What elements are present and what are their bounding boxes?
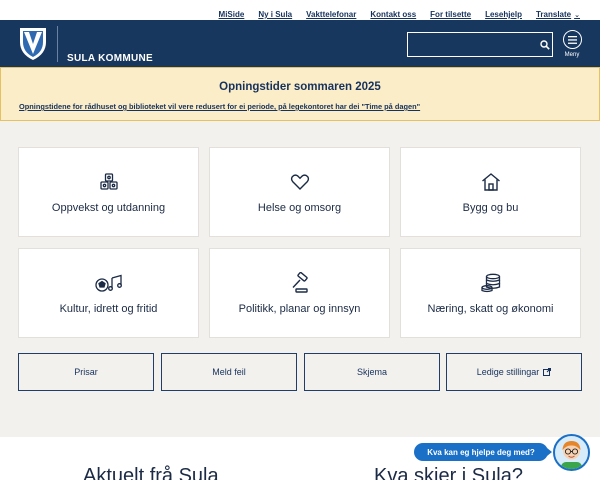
translate-label: Translate: [535, 10, 572, 19]
notice-banner: Opningstider sommaren 2025 Opningstidene…: [0, 67, 600, 121]
service-card-kultur[interactable]: Kultur, idrett og fritid: [18, 248, 199, 338]
button-label: Meld feil: [212, 367, 246, 377]
service-label: Politikk, planar og innsyn: [238, 302, 361, 315]
blocks-icon: [99, 172, 118, 190]
menu-icon: [562, 30, 582, 49]
events-heading: Kva skjer i Sula?: [374, 465, 523, 480]
heart-icon: [290, 173, 309, 190]
site-header: SULA KOMMUNE Meny: [0, 20, 600, 67]
button-label: Skjema: [356, 367, 387, 377]
search-input[interactable]: [408, 33, 537, 56]
top-link-vakttelefonar[interactable]: Vakttelefonar: [306, 10, 356, 19]
prisar-button[interactable]: Prisar: [18, 353, 154, 391]
button-label: Prisar: [74, 367, 98, 377]
house-icon: [481, 172, 500, 191]
service-label: Oppvekst og utdanning: [51, 201, 166, 214]
service-label: Bygg og bu: [462, 201, 519, 214]
external-link-icon: [543, 368, 552, 376]
notice-title: Opningstider sommaren 2025: [219, 81, 381, 93]
notice-link[interactable]: Opningstidene for rådhuset og biblioteke…: [19, 102, 420, 111]
service-card-helse[interactable]: Helse og omsorg: [209, 147, 390, 237]
button-label: Ledige stillingar: [476, 367, 540, 377]
service-label: Kultur, idrett og fritid: [59, 302, 158, 315]
service-label: Næring, skatt og økonomi: [427, 302, 554, 315]
top-link-lesehjelp[interactable]: Lesehjelp: [485, 10, 522, 19]
service-card-oppvekst[interactable]: Oppvekst og utdanning: [18, 147, 199, 237]
skjema-button[interactable]: Skjema: [304, 353, 440, 391]
top-link-ny-i-sula[interactable]: Ny i Sula: [258, 10, 292, 19]
menu-button[interactable]: Meny: [561, 30, 583, 58]
chatbot-avatar-icon: [561, 441, 582, 469]
search-icon[interactable]: [537, 39, 552, 50]
service-card-politikk[interactable]: Politikk, planar og innsyn: [209, 248, 390, 338]
ledige-stillingar-button[interactable]: Ledige stillingar: [446, 353, 582, 391]
top-link-for-tilsette[interactable]: For tilsette: [430, 10, 471, 19]
logo-divider: [57, 26, 58, 62]
site-name: SULA KOMMUNE: [67, 53, 154, 64]
chevron-down-icon: ⌄: [574, 11, 580, 19]
gavel-icon: [291, 271, 308, 293]
coins-icon: [480, 273, 500, 292]
chat-avatar-button[interactable]: [553, 434, 590, 471]
ball-music-icon: [94, 274, 122, 292]
service-card-naering[interactable]: Næring, skatt og økonomi: [400, 248, 581, 338]
top-link-miside[interactable]: MiSide: [219, 10, 245, 19]
sula-logo[interactable]: [18, 26, 48, 62]
service-label: Helse og omsorg: [257, 201, 342, 214]
meld-feil-button[interactable]: Meld feil: [161, 353, 297, 391]
menu-label: Meny: [564, 52, 580, 58]
utility-nav: MiSide Ny i Sula Vakttelefonar Kontakt o…: [0, 0, 600, 20]
translate-dropdown[interactable]: Translate ⌄: [536, 10, 580, 19]
news-heading: Aktuelt frå Sula: [83, 465, 219, 480]
chat-prompt-bubble[interactable]: Kva kan eg hjelpe deg med?: [414, 443, 552, 461]
service-card-bygg[interactable]: Bygg og bu: [400, 147, 581, 237]
search-box: [407, 32, 553, 57]
top-link-kontakt-oss[interactable]: Kontakt oss: [370, 10, 416, 19]
